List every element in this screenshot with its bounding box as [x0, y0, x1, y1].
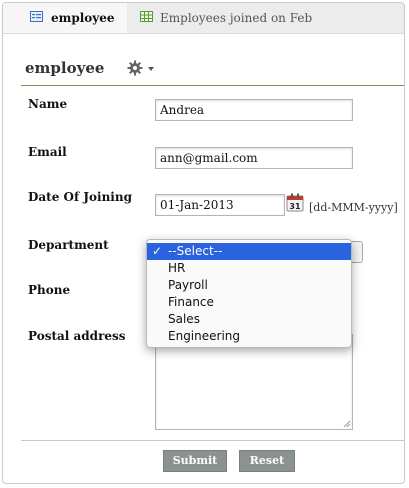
gear-icon[interactable]: [127, 60, 143, 76]
dropdown-option-engineering[interactable]: Engineering: [147, 328, 351, 345]
tab-employee-label: employee: [51, 11, 115, 25]
name-field[interactable]: [155, 99, 353, 121]
date-of-joining-label: Date Of Joining: [28, 190, 132, 204]
form-window: employee Employees joined on Feb employe…: [2, 2, 405, 484]
email-label: Email: [28, 145, 67, 159]
department-dropdown: ✓ --Select-- HR Payroll Finance Sales En…: [146, 239, 352, 348]
footer-divider: [21, 440, 404, 441]
dropdown-option-sales[interactable]: Sales: [147, 311, 351, 328]
calendar-day: 31: [289, 202, 301, 211]
checkmark-icon: ✓: [152, 244, 163, 258]
form-icon: [30, 11, 43, 22]
department-label: Department: [28, 238, 109, 252]
reset-button[interactable]: Reset: [239, 450, 295, 472]
chevron-down-icon[interactable]: [148, 67, 154, 71]
dropdown-option-finance[interactable]: Finance: [147, 294, 351, 311]
title-divider: [21, 85, 404, 86]
date-format-hint: [dd-MMM-yyyy]: [309, 201, 398, 214]
name-label: Name: [28, 97, 68, 111]
dropdown-option-select[interactable]: ✓ --Select--: [147, 243, 351, 260]
tab-employees-joined-feb-label: Employees joined on Feb: [160, 11, 313, 25]
date-of-joining-field[interactable]: [155, 194, 285, 216]
dropdown-option-payroll[interactable]: Payroll: [147, 277, 351, 294]
submit-button[interactable]: Submit: [163, 450, 227, 472]
postal-address-field[interactable]: [155, 334, 353, 430]
postal-address-label: Postal address: [28, 329, 126, 343]
form-title: employee: [25, 59, 105, 77]
tab-employee[interactable]: employee: [3, 3, 127, 33]
email-field[interactable]: [155, 147, 353, 169]
calendar-icon[interactable]: 31: [286, 193, 304, 212]
dropdown-option-hr[interactable]: HR: [147, 260, 351, 277]
phone-label: Phone: [28, 283, 71, 297]
resize-grip-icon[interactable]: [343, 420, 351, 428]
table-icon: [140, 11, 153, 22]
tab-bar: employee Employees joined on Feb: [3, 3, 404, 34]
